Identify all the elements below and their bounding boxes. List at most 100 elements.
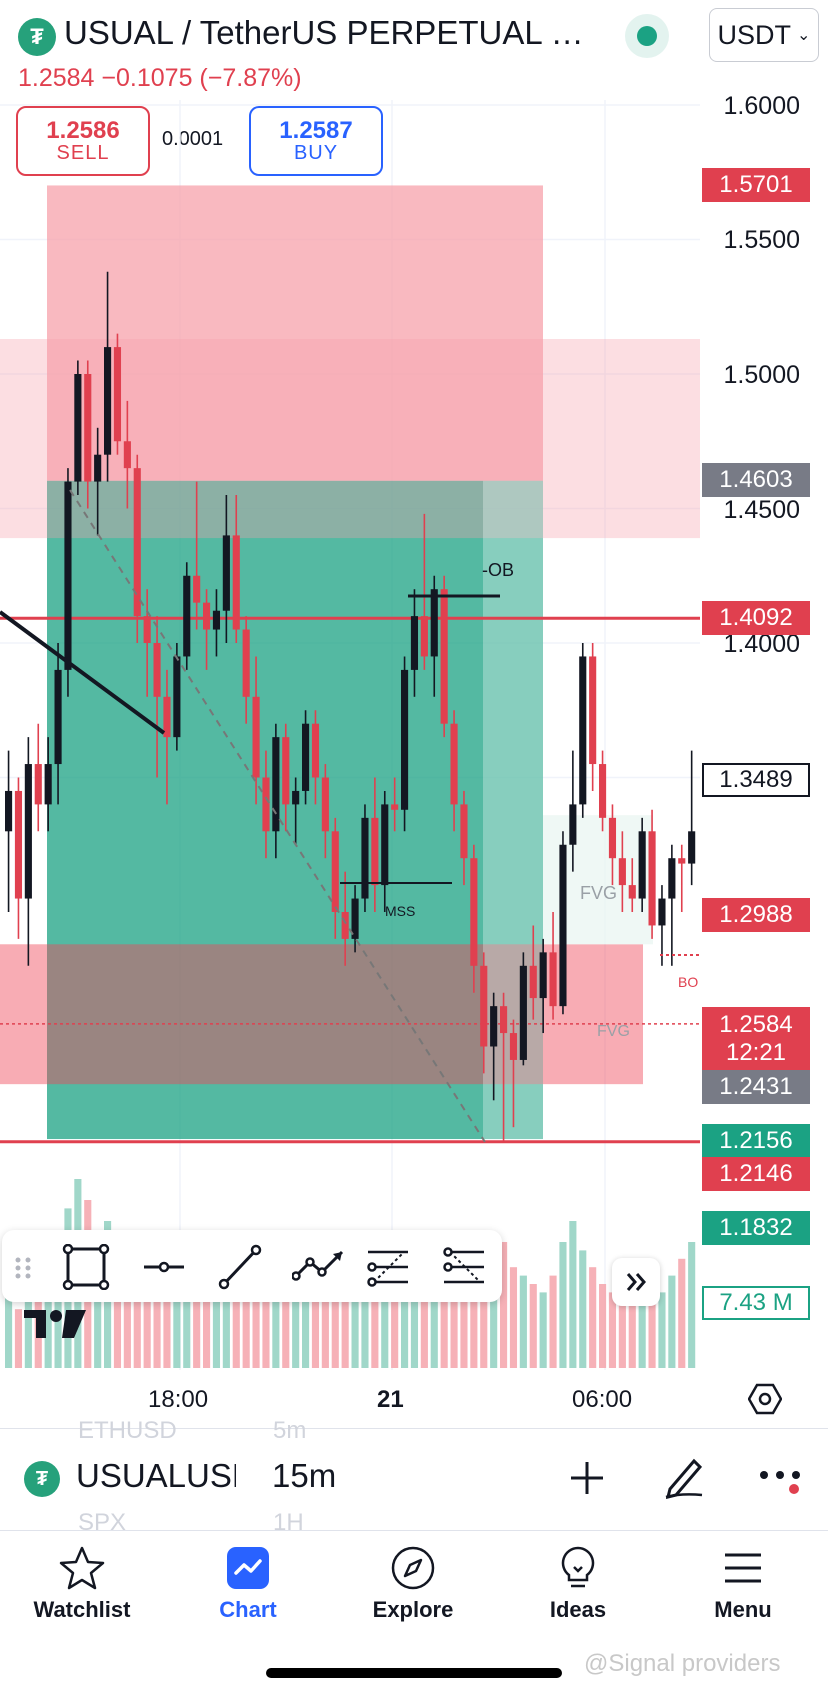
candle-body <box>618 858 626 886</box>
volume-bar <box>688 1242 696 1368</box>
candle-body <box>341 912 349 939</box>
candle-body <box>173 656 181 738</box>
volume-bar <box>292 1300 300 1368</box>
interval-select[interactable]: 15m <box>272 1457 336 1495</box>
volume-bar <box>282 1296 290 1368</box>
volume-bar <box>311 1296 320 1368</box>
last-price-tag: 1.2584 12:21 <box>702 1007 810 1071</box>
candle-body <box>490 1006 498 1047</box>
candle-body <box>658 898 666 926</box>
candle-body <box>519 965 527 1060</box>
candle-body <box>222 535 230 611</box>
candle-body <box>123 441 131 469</box>
axis-label-3: 1.5000 <box>723 361 800 389</box>
nav-menu-label: Menu <box>714 1597 772 1622</box>
candle-body <box>5 790 13 832</box>
candle-body <box>193 575 201 603</box>
candle-body <box>203 602 211 630</box>
candle-body <box>64 481 72 670</box>
candle-body <box>14 790 23 899</box>
drag-handle-icon[interactable] <box>8 1244 38 1290</box>
home-indicator <box>266 1668 562 1678</box>
compass-icon <box>391 1546 435 1590</box>
add-icon[interactable] <box>568 1459 606 1497</box>
bottom-navigation: Watchlist Chart Explore Ideas Menu <box>0 1530 828 1643</box>
price-tag-support: 1.2146 <box>702 1157 810 1191</box>
time-label-2: 21 <box>377 1386 404 1413</box>
volume-bar <box>302 1292 310 1368</box>
drawing-toolbar <box>2 1230 502 1302</box>
nav-ideas[interactable]: Ideas <box>508 1545 648 1623</box>
candle-body <box>311 723 320 778</box>
volume-bar <box>153 1292 161 1368</box>
symbol-bar: ETHUSD 5m ₮ USUALUSDT 15m SPX 1H <box>0 1417 828 1536</box>
candle-body <box>470 858 478 966</box>
candle-body <box>559 844 567 1007</box>
nav-watchlist[interactable]: Watchlist <box>12 1545 152 1623</box>
drawing-pen-icon[interactable] <box>662 1453 706 1499</box>
symbol-name[interactable]: USUALUSDT <box>76 1457 236 1495</box>
candle-body <box>539 952 547 999</box>
volume-bar <box>14 1309 23 1368</box>
watermark-text: @Signal providers <box>584 1650 781 1677</box>
candle-body <box>599 764 607 818</box>
candle-body <box>440 589 448 724</box>
bo-label: BO <box>678 974 698 990</box>
bar-countdown: 12:21 <box>725 1039 787 1066</box>
candle-body <box>450 723 458 805</box>
volume-bar <box>678 1258 686 1368</box>
candle-body <box>24 764 32 899</box>
candle-body <box>579 656 587 805</box>
candle-body <box>589 656 597 765</box>
axis-label-4: 1.4500 <box>723 496 800 524</box>
mss-label: MSS <box>385 903 415 919</box>
rectangle-tool-icon[interactable] <box>62 1244 110 1290</box>
candle-body <box>678 858 686 864</box>
nav-explore-label: Explore <box>372 1597 454 1622</box>
candle-body <box>94 454 102 482</box>
price-tag-green: 1.1832 <box>702 1211 810 1245</box>
volume-bar <box>212 1292 221 1368</box>
fib-retracement-icon[interactable] <box>364 1244 412 1290</box>
time-label-1: 18:00 <box>148 1386 209 1413</box>
price-tag-level: 1.4092 <box>702 601 810 635</box>
candle-body <box>638 831 646 899</box>
candle-body <box>54 669 62 765</box>
candle-body <box>648 831 656 926</box>
trend-line-tool-icon[interactable] <box>216 1244 264 1290</box>
candle-body <box>500 1006 508 1034</box>
volume-bar <box>242 1292 250 1368</box>
nav-menu[interactable]: Menu <box>673 1545 813 1623</box>
fvg-label-upper: FVG <box>580 883 617 903</box>
pitchfork-tool-icon[interactable] <box>440 1244 488 1290</box>
candle-body <box>34 764 42 805</box>
price-tag-crosshair: 1.3489 <box>702 763 810 797</box>
nav-chart-label: Chart <box>219 1597 277 1622</box>
candle-body <box>331 831 339 912</box>
candle-body <box>183 575 191 657</box>
candle-body <box>113 347 122 442</box>
chart-settings-icon[interactable] <box>748 1382 782 1416</box>
candle-body <box>381 804 389 886</box>
volume-bar <box>529 1284 537 1368</box>
axis-label-1: 1.6000 <box>723 92 800 120</box>
nav-chart[interactable]: Chart <box>178 1545 318 1623</box>
axis-label-2: 1.5500 <box>723 226 800 254</box>
volume-bar <box>262 1292 270 1368</box>
more-options-icon[interactable] <box>758 1467 806 1497</box>
candle-body <box>361 817 369 899</box>
candle-body <box>44 764 52 805</box>
nav-explore[interactable]: Explore <box>343 1545 483 1623</box>
candle-body <box>321 777 329 832</box>
fvg-label-lower: FVG <box>597 1023 630 1040</box>
candle-body <box>460 804 468 859</box>
candle-body <box>143 616 151 643</box>
path-tool-icon[interactable] <box>292 1244 348 1290</box>
volume-bar <box>559 1242 567 1368</box>
lightbulb-icon <box>561 1546 595 1588</box>
volume-bar <box>430 1292 438 1368</box>
chart-icon <box>227 1547 269 1589</box>
candle-body <box>302 723 310 791</box>
expand-toolbar-button[interactable] <box>612 1258 660 1306</box>
horizontal-ray-icon[interactable] <box>140 1244 188 1290</box>
